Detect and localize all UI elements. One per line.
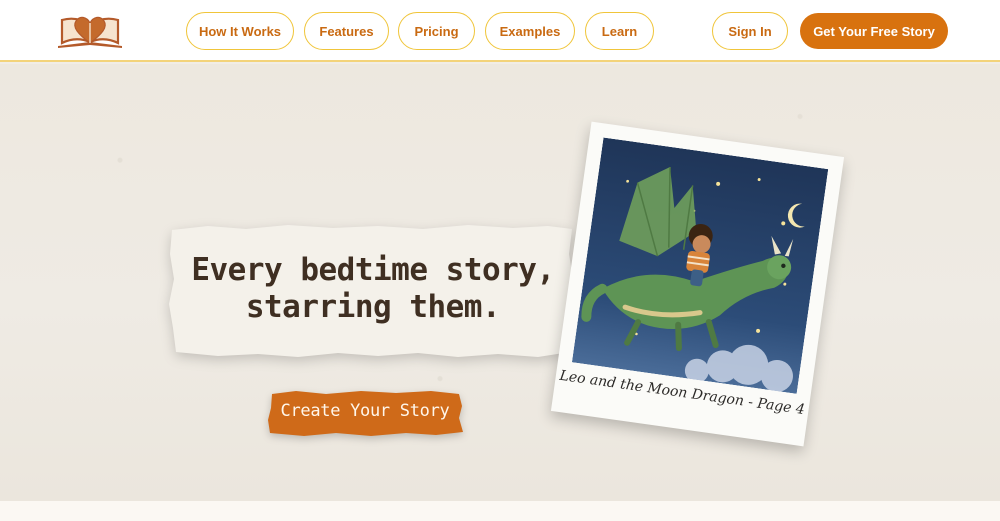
dragon-illustration xyxy=(571,137,829,394)
polaroid-card: Leo and the Moon Dragon - Page 4 xyxy=(550,121,845,447)
page-bottom-strip xyxy=(0,501,1000,521)
create-story-button[interactable]: Create Your Story xyxy=(266,390,464,436)
get-free-story-button[interactable]: Get Your Free Story xyxy=(800,13,948,49)
open-book-heart-icon[interactable] xyxy=(56,12,124,50)
headline-line-2: starring them. xyxy=(245,289,501,325)
sign-in-button[interactable]: Sign In xyxy=(712,12,788,50)
nav-examples[interactable]: Examples xyxy=(485,12,575,50)
headline-line-1: Every bedtime story, xyxy=(191,252,555,288)
nav-features[interactable]: Features xyxy=(304,12,389,50)
nav-how-it-works[interactable]: How It Works xyxy=(186,12,294,50)
hero-headline: Every bedtime story, starring them. xyxy=(178,252,568,326)
nav-pricing[interactable]: Pricing xyxy=(398,12,475,50)
nav-learn[interactable]: Learn xyxy=(585,12,654,50)
headline-paper: Every bedtime story, starring them. xyxy=(168,224,576,358)
site-header: How It Works Features Pricing Examples L… xyxy=(0,0,1000,62)
create-story-label: Create Your Story xyxy=(280,401,450,421)
